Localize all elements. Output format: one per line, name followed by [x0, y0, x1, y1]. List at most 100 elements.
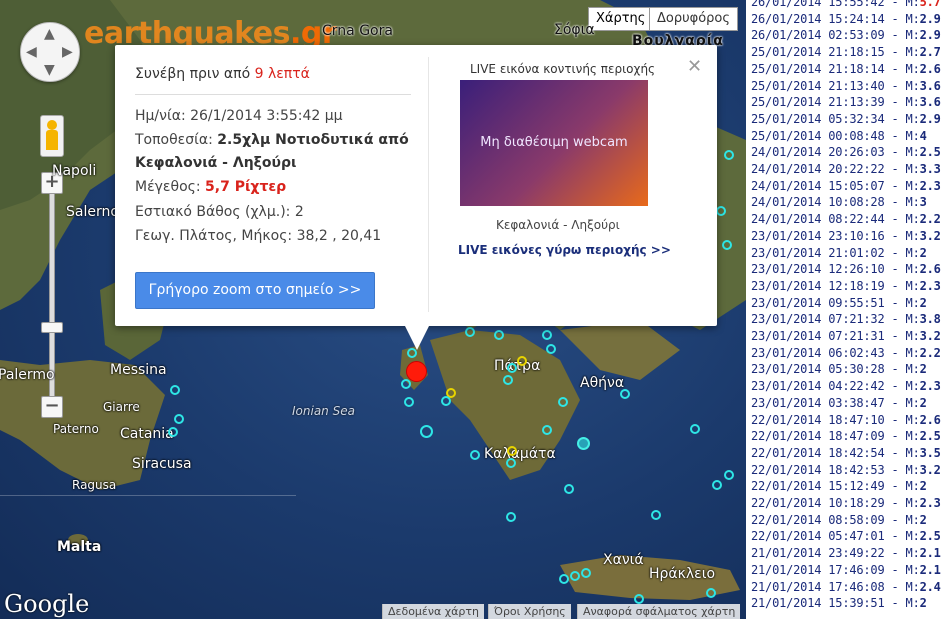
quake-marker[interactable] [690, 424, 700, 434]
quake-marker[interactable] [716, 206, 726, 216]
quake-list-item[interactable]: 25/01/2014 00:08:48 - M:4 [751, 129, 927, 143]
quake-list-item[interactable]: 23/01/2014 03:38:47 - M:2 [751, 396, 927, 410]
quake-marker[interactable] [401, 379, 411, 389]
quake-marker[interactable] [581, 568, 591, 578]
quake-marker[interactable] [620, 389, 630, 399]
quake-list-item[interactable]: 22/01/2014 08:58:09 - M:2 [751, 513, 927, 527]
street-view-pegman-icon[interactable] [40, 115, 64, 157]
quake-list-item[interactable]: 25/01/2014 21:18:15 - M:2.7 [751, 45, 941, 59]
footer-map-data-link[interactable]: Δεδομένα χάρτη [382, 604, 484, 619]
quake-marker[interactable] [706, 588, 716, 598]
pan-control[interactable]: ▲ ▼ ◀ ▶ [20, 22, 80, 82]
close-icon[interactable]: ✕ [687, 56, 702, 77]
footer-terms-link[interactable]: Όροι Χρήσης [488, 604, 571, 619]
quake-list-item[interactable]: 26/01/2014 15:55:42 - M:5.7 [751, 0, 941, 9]
quake-list-item[interactable]: 22/01/2014 18:42:53 - M:3.2 [751, 463, 941, 477]
pan-left-icon[interactable]: ◀ [26, 45, 37, 59]
quake-marker[interactable] [470, 450, 480, 460]
quake-list-item[interactable]: 22/01/2014 18:42:54 - M:3.5 [751, 446, 941, 460]
quake-list-item[interactable]: 22/01/2014 15:12:49 - M:2 [751, 479, 927, 493]
quake-marker[interactable] [517, 356, 527, 366]
pan-down-icon[interactable]: ▼ [44, 63, 55, 77]
quake-marker[interactable] [170, 385, 180, 395]
quake-marker[interactable] [634, 594, 644, 604]
quake-marker[interactable] [542, 330, 552, 340]
quake-marker[interactable] [507, 446, 517, 456]
quake-list-item[interactable]: 23/01/2014 06:02:43 - M:2.2 [751, 346, 941, 360]
maptype-map-button[interactable]: Χάρτης [588, 7, 654, 31]
quake-marker[interactable] [168, 427, 178, 437]
quake-list-item[interactable]: 22/01/2014 10:18:29 - M:2.3 [751, 496, 941, 510]
map-area[interactable]: earthquakes.gr ▲ ▼ ◀ ▶ + − Χάρτης Δορυφό… [0, 0, 746, 619]
quick-zoom-button[interactable]: Γρήγορο zoom στο σημείο >> [135, 272, 375, 309]
location-value: 2.5χλμ Νοτιοδυτικά από [217, 132, 409, 148]
quake-marker[interactable] [507, 363, 517, 373]
quake-marker[interactable] [558, 397, 568, 407]
quake-marker[interactable] [651, 510, 661, 520]
quake-list-item[interactable]: 24/01/2014 08:22:44 - M:2.2 [751, 212, 941, 226]
quake-marker[interactable] [712, 480, 722, 490]
quake-list-item[interactable]: 22/01/2014 05:47:01 - M:2.5 [751, 529, 941, 543]
city-label: Καλαμάτα [484, 446, 556, 462]
quake-list-item[interactable]: 23/01/2014 05:30:28 - M:2 [751, 362, 927, 376]
quake-marker[interactable] [404, 397, 414, 407]
quake-list-item[interactable]: 24/01/2014 15:05:07 - M:2.3 [751, 179, 941, 193]
quake-list-item[interactable]: 21/01/2014 23:49:22 - M:2.1 [751, 546, 941, 560]
quake-list-item[interactable]: 26/01/2014 15:24:14 - M:2.9 [751, 12, 941, 26]
quake-marker[interactable] [542, 425, 552, 435]
quake-list-item[interactable]: 25/01/2014 21:13:39 - M:3.6 [751, 95, 941, 109]
quake-marker[interactable] [420, 425, 433, 438]
quake-marker[interactable] [577, 437, 590, 450]
quake-magnitude: 2.1 [919, 562, 941, 577]
quake-list-item[interactable]: 26/01/2014 02:53:09 - M:2.9 [751, 28, 941, 42]
quake-list-item[interactable]: 21/01/2014 17:46:09 - M:2.1 [751, 563, 941, 577]
quake-list-item[interactable]: 21/01/2014 17:46:08 - M:2.4 [751, 580, 941, 594]
quake-marker[interactable] [506, 512, 516, 522]
quake-list-item[interactable]: 22/01/2014 18:47:09 - M:2.5 [751, 429, 941, 443]
quake-marker[interactable] [174, 414, 184, 424]
epicenter-marker[interactable] [406, 361, 427, 382]
quake-marker[interactable] [559, 574, 569, 584]
webcam-image[interactable]: Μη διαθέσιμη webcam [460, 80, 648, 206]
quake-list-item[interactable]: 24/01/2014 10:08:28 - M:3 [751, 195, 927, 209]
quake-marker[interactable] [546, 344, 556, 354]
quake-time: 22/01/2014 05:47:01 - M: [751, 529, 920, 544]
quake-list-item[interactable]: 23/01/2014 12:26:10 - M:2.6 [751, 262, 941, 276]
footer-report-error-link[interactable]: Αναφορά σφάλματος χάρτη [577, 604, 741, 619]
quake-marker[interactable] [441, 396, 451, 406]
zoom-slider-thumb[interactable] [41, 322, 63, 333]
quake-marker[interactable] [506, 458, 516, 468]
quake-list-item[interactable]: 23/01/2014 12:18:19 - M:2.3 [751, 279, 941, 293]
quake-list-item[interactable]: 23/01/2014 21:01:02 - M:2 [751, 246, 927, 260]
city-label: Αθήνα [580, 375, 625, 391]
pan-right-icon[interactable]: ▶ [62, 45, 73, 59]
quake-marker[interactable] [722, 240, 732, 250]
quake-list-item[interactable]: 22/01/2014 18:47:10 - M:2.6 [751, 413, 941, 427]
quake-list-item[interactable]: 23/01/2014 04:22:42 - M:2.3 [751, 379, 941, 393]
quake-list-item[interactable]: 23/01/2014 23:10:16 - M:3.2 [751, 229, 941, 243]
quake-list-item[interactable]: 25/01/2014 05:32:34 - M:2.9 [751, 112, 941, 126]
quake-time: 24/01/2014 10:08:28 - M: [751, 195, 920, 210]
pan-up-icon[interactable]: ▲ [44, 27, 55, 41]
city-label: Giarre [103, 400, 140, 414]
quake-marker[interactable] [503, 375, 513, 385]
quake-list-item[interactable]: 23/01/2014 07:21:32 - M:3.8 [751, 312, 941, 326]
maptype-satellite-button[interactable]: Δορυφόρος [649, 7, 738, 31]
quake-list-item[interactable]: 24/01/2014 20:26:03 - M:2.5 [751, 145, 941, 159]
quake-list-item[interactable]: 23/01/2014 07:21:31 - M:3.2 [751, 329, 941, 343]
quake-list-item[interactable]: 23/01/2014 09:55:51 - M:2 [751, 296, 927, 310]
zoom-out-button[interactable]: − [41, 396, 63, 418]
info-window-tail [405, 326, 429, 350]
quake-marker[interactable] [564, 484, 574, 494]
quake-list-item[interactable]: 25/01/2014 21:18:14 - M:2.6 [751, 62, 941, 76]
quake-list-item[interactable]: 21/01/2014 15:39:51 - M:2 [751, 596, 927, 610]
quake-list-item[interactable]: 24/01/2014 20:22:22 - M:3.3 [751, 162, 941, 176]
quake-magnitude: 2.4 [919, 579, 941, 594]
quake-marker[interactable] [724, 150, 734, 160]
quake-list-item[interactable]: 25/01/2014 21:13:40 - M:3.6 [751, 79, 941, 93]
quake-marker[interactable] [465, 327, 475, 337]
quake-marker[interactable] [724, 470, 734, 480]
quake-marker[interactable] [494, 330, 504, 340]
quake-marker[interactable] [570, 571, 580, 581]
live-images-link[interactable]: LIVE εικόνες γύρω περιοχής >> [458, 243, 671, 257]
